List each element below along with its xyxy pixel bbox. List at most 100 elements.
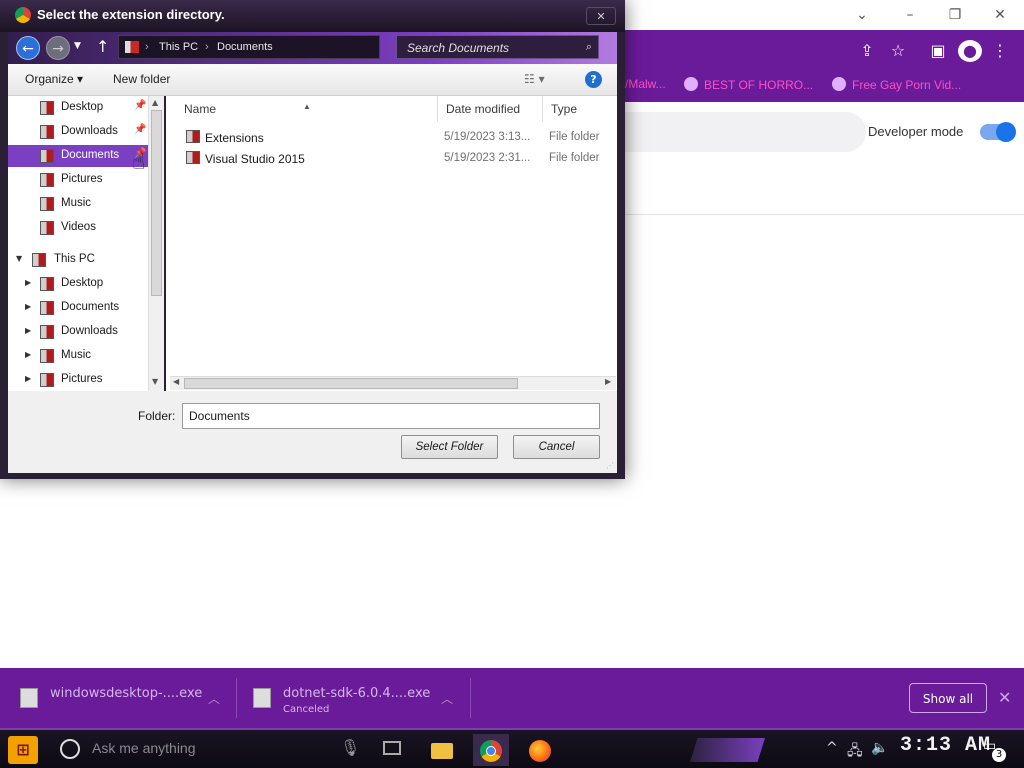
file-row[interactable]: Extensions 5/19/2023 3:13... File folder <box>166 127 617 148</box>
taskbar-search-input[interactable]: Ask me anything <box>92 740 196 756</box>
bookmark-label: BEST OF HORRO... <box>704 78 814 92</box>
navigation-scrollbar[interactable]: ▲ ▼ <box>148 96 164 391</box>
back-button[interactable]: ← <box>16 36 40 60</box>
side-panel-icon[interactable]: ▣ <box>926 40 950 62</box>
nav-item-pc-pictures[interactable]: ▶ Pictures <box>8 369 148 391</box>
toggle-knob <box>996 122 1016 142</box>
breadcrumb-this-pc[interactable]: This PC <box>159 41 198 53</box>
start-button[interactable]: ⊞ <box>8 736 38 764</box>
bookmark-item[interactable]: /Malw... <box>625 77 666 95</box>
download-item[interactable]: windowsdesktop-....exe ︿ <box>20 668 220 728</box>
collapsed-chevron-icon[interactable]: ▶ <box>25 302 31 311</box>
nav-item-pictures[interactable]: Pictures <box>8 169 148 191</box>
nav-item-label: Downloads <box>61 325 118 337</box>
chevron-up-icon[interactable]: ︿ <box>208 690 220 707</box>
nav-item-music[interactable]: Music <box>8 193 148 215</box>
documents-icon <box>40 301 54 315</box>
file-list: ▲ Name Date modified Type Extensions 5/1… <box>166 96 617 391</box>
download-status: Canceled <box>283 704 330 715</box>
chevron-up-icon[interactable]: ︿ <box>441 690 453 707</box>
nav-item-desktop[interactable]: Desktop 📌 <box>8 97 148 119</box>
nav-item-pc-documents[interactable]: ▶ Documents <box>8 297 148 319</box>
scrollbar-thumb[interactable] <box>151 110 162 296</box>
network-icon[interactable]: 🖧 <box>847 740 863 764</box>
scroll-left-icon[interactable]: ◀ <box>173 377 179 386</box>
column-header-date[interactable]: Date modified <box>438 96 543 122</box>
globe-icon <box>684 77 698 91</box>
bookmark-item[interactable]: Free Gay Porn Vid... <box>832 77 961 95</box>
taskbar-decoration <box>690 738 765 762</box>
scroll-up-icon[interactable]: ▲ <box>152 98 158 107</box>
show-all-button[interactable]: Show all <box>909 683 987 713</box>
file-explorer-taskbar-icon[interactable] <box>424 734 460 766</box>
sort-ascending-icon: ▲ <box>303 102 311 111</box>
share-icon[interactable]: ⇪ <box>855 40 879 62</box>
task-view-icon[interactable] <box>383 741 401 755</box>
collapsed-chevron-icon[interactable]: ▶ <box>25 326 31 335</box>
column-header-type[interactable]: Type <box>543 96 617 122</box>
breadcrumb-separator-icon: › <box>205 41 209 53</box>
nav-item-label: Music <box>61 349 92 361</box>
scroll-right-icon[interactable]: ▶ <box>605 377 611 386</box>
resize-grip-icon[interactable]: ⋰ <box>606 461 614 470</box>
firefox-taskbar-icon[interactable] <box>522 734 558 766</box>
nav-item-label: Music <box>61 197 92 209</box>
volume-muted-icon[interactable]: 🔈 <box>871 740 888 756</box>
close-download-bar-icon[interactable]: ✕ <box>998 688 1011 707</box>
nav-item-pc-music[interactable]: ▶ Music <box>8 345 148 367</box>
nav-item-documents[interactable]: Documents 📌 <box>8 145 148 167</box>
breadcrumb-documents[interactable]: Documents <box>217 41 273 53</box>
tab-search-chevron-icon[interactable]: ⌄ <box>840 4 884 26</box>
developer-mode-toggle[interactable] <box>980 122 1016 142</box>
chrome-taskbar-icon[interactable] <box>473 734 509 766</box>
close-window-button[interactable]: ✕ <box>978 4 1022 26</box>
restore-button[interactable]: ❐ <box>933 4 977 26</box>
nav-item-label: Videos <box>61 221 96 233</box>
file-name: Visual Studio 2015 <box>205 152 305 166</box>
up-folder-button[interactable]: ↑ <box>96 37 109 56</box>
collapsed-chevron-icon[interactable]: ▶ <box>25 350 31 359</box>
cancel-button[interactable]: Cancel <box>513 435 600 459</box>
clock[interactable]: 3:13 AM <box>900 734 991 757</box>
nav-item-pc-desktop[interactable]: ▶ Desktop <box>8 273 148 295</box>
pin-icon[interactable]: 📌 <box>134 100 146 111</box>
select-folder-button[interactable]: Select Folder <box>401 435 498 459</box>
nav-item-downloads[interactable]: Downloads 📌 <box>8 121 148 143</box>
download-item[interactable]: dotnet-sdk-6.0.4....exe Canceled ︿ <box>253 668 463 728</box>
forward-button[interactable]: → <box>46 36 70 60</box>
nav-item-label: Pictures <box>61 173 103 185</box>
collapsed-chevron-icon[interactable]: ▶ <box>25 374 31 383</box>
bookmark-item[interactable]: BEST OF HORRO... <box>684 77 813 95</box>
microphone-icon[interactable]: 🎙 <box>340 738 360 757</box>
address-bar[interactable]: › This PC › Documents <box>118 35 380 59</box>
scrollbar-thumb[interactable] <box>184 378 518 389</box>
file-row[interactable]: Visual Studio 2015 5/19/2023 2:31... Fil… <box>166 148 617 169</box>
new-folder-button[interactable]: New folder <box>113 72 170 86</box>
organize-button[interactable]: Organize ▾ <box>25 72 83 86</box>
browser-menu-icon[interactable]: ⋮ <box>988 40 1012 62</box>
view-options-icon[interactable]: ☷ ▾ <box>524 72 545 86</box>
profile-avatar-icon[interactable]: ● <box>958 40 982 62</box>
pin-icon[interactable]: 📌 <box>134 124 146 135</box>
bookmark-star-icon[interactable]: ☆ <box>886 40 910 62</box>
scroll-down-icon[interactable]: ▼ <box>152 377 158 386</box>
column-label: Date modified <box>446 102 521 116</box>
file-type: File folder <box>549 152 600 164</box>
nav-item-pc-downloads[interactable]: ▶ Downloads <box>8 321 148 343</box>
nav-item-videos[interactable]: Videos <box>8 217 148 239</box>
search-input[interactable]: Search Documents ⌕ <box>396 35 599 59</box>
help-icon[interactable]: ? <box>585 71 602 88</box>
folder-name-input[interactable]: Documents <box>182 403 600 429</box>
notification-badge: 3 <box>992 748 1006 762</box>
expanded-chevron-icon[interactable]: ▼ <box>16 254 22 263</box>
column-header-name[interactable]: ▲ Name <box>166 96 438 122</box>
nav-item-this-pc[interactable]: ▼ This PC <box>8 249 148 271</box>
file-list-scrollbar[interactable]: ◀ ▶ <box>170 376 616 390</box>
dialog-close-button[interactable]: ✕ <box>586 7 616 25</box>
cortana-circle-icon[interactable] <box>60 739 80 759</box>
extensions-search-input[interactable] <box>600 112 866 152</box>
recent-locations-chevron-icon[interactable]: ▼ <box>74 41 81 51</box>
minimize-button[interactable]: – <box>888 4 932 26</box>
collapsed-chevron-icon[interactable]: ▶ <box>25 278 31 287</box>
tray-expand-icon[interactable]: ^ <box>826 740 838 756</box>
